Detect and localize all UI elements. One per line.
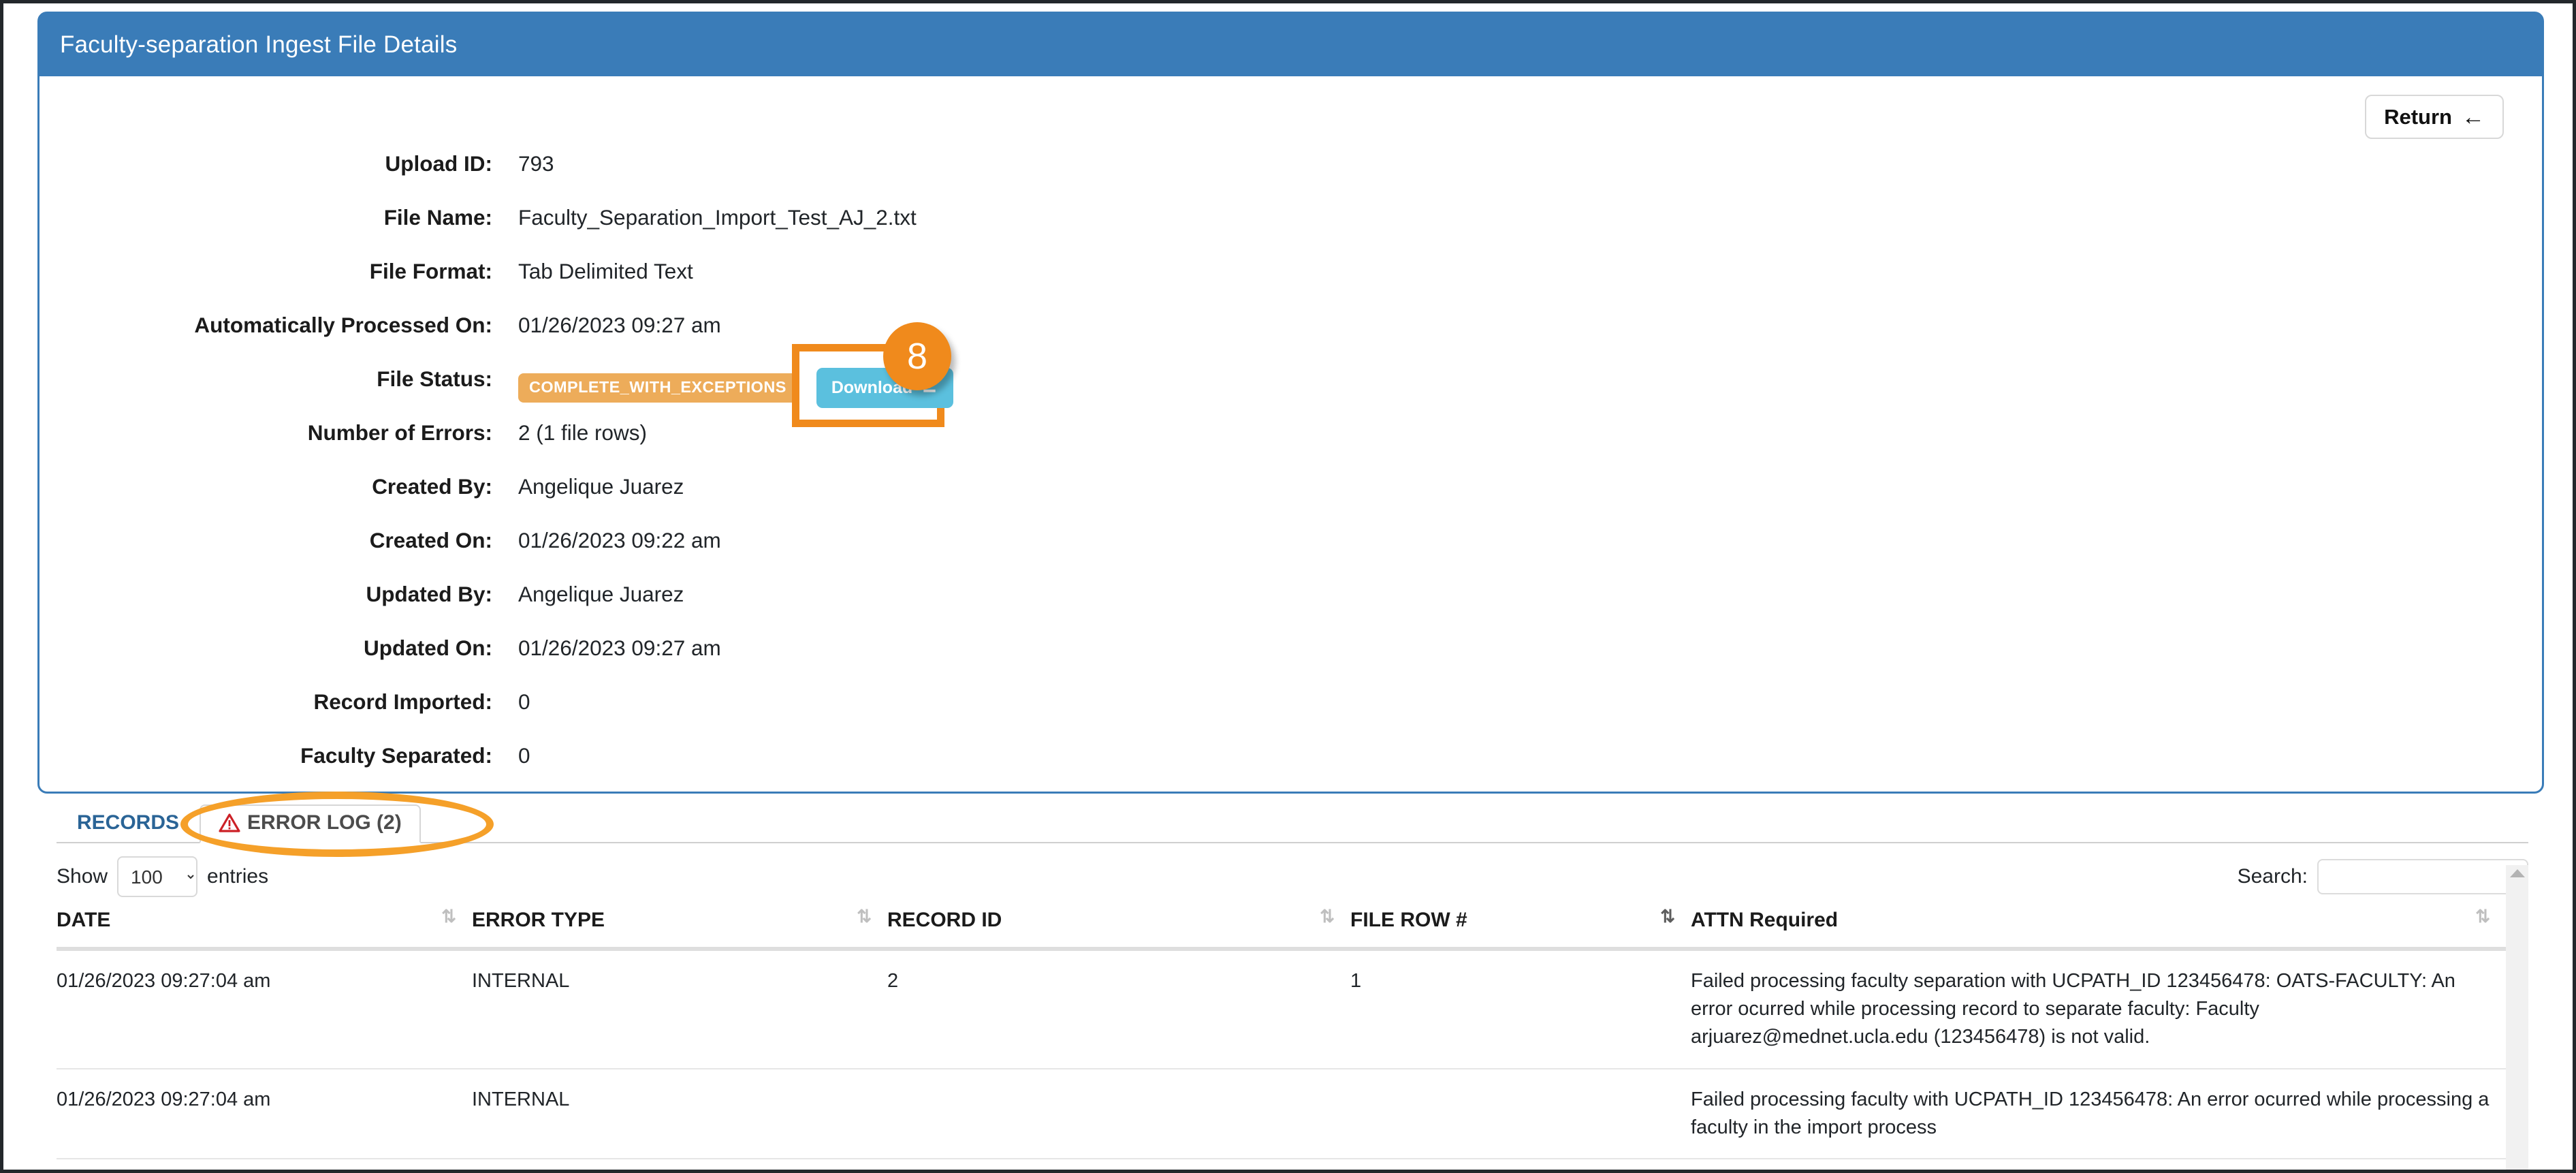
table-row[interactable]: 01/26/2023 09:27:04 am INTERNAL Failed p… xyxy=(57,1068,2506,1159)
sort-icon[interactable]: ⇅ xyxy=(2475,907,2490,925)
col-header-file-row[interactable]: FILE ROW # ⇅ xyxy=(1350,901,1691,951)
return-button-label: Return xyxy=(2384,104,2452,129)
entries-label: entries xyxy=(207,865,269,888)
table-scroll-container: DATE ⇅ ERROR TYPE ⇅ RECORD ID ⇅ FILE ROW… xyxy=(57,865,2528,1173)
col-header-date[interactable]: DATE ⇅ xyxy=(57,901,472,951)
detail-label: Created By: xyxy=(372,474,492,499)
cell-error-type: INTERNAL xyxy=(472,949,887,1069)
detail-row: Created By: Angelique Juarez xyxy=(39,475,2542,529)
tabs-and-table-region: RECORDS ERROR LOG (2) Show 100 entries S… xyxy=(57,792,2528,1173)
tab-error-log[interactable]: ERROR LOG (2) xyxy=(200,804,421,843)
error-log-table: DATE ⇅ ERROR TYPE ⇅ RECORD ID ⇅ FILE ROW… xyxy=(57,901,2506,1159)
show-entries-control: Show 10 25 50 100 entries xyxy=(57,856,268,897)
col-header-error-type[interactable]: ERROR TYPE ⇅ xyxy=(472,901,887,951)
detail-row: Number of Errors: 2 (1 file rows) xyxy=(39,420,2542,475)
search-input[interactable] xyxy=(2317,859,2528,894)
detail-label: File Status: xyxy=(377,366,492,391)
cell-record-id: 2 xyxy=(887,949,1350,1069)
cell-date: 01/26/2023 09:27:04 am xyxy=(57,949,472,1069)
panel-body: Return ← Upload ID: 793 File Name: Facul… xyxy=(39,76,2542,798)
col-header-error-type-label: ERROR TYPE xyxy=(472,909,605,931)
detail-label: Automatically Processed On: xyxy=(194,313,492,337)
browser-page: Faculty-separation Ingest File Details R… xyxy=(0,0,2576,1173)
arrow-left-icon: ← xyxy=(2462,104,2485,130)
tab-records-label: RECORDS xyxy=(77,811,180,834)
cell-date: 01/26/2023 09:27:04 am xyxy=(57,1068,472,1159)
detail-label: File Name: xyxy=(383,205,492,230)
detail-row: Created On: 01/26/2023 09:22 am xyxy=(39,529,2542,583)
cell-attn-required: Failed processing faculty separation wit… xyxy=(1691,949,2506,1069)
col-header-date-label: DATE xyxy=(57,909,111,931)
cell-error-type: INTERNAL xyxy=(472,1068,887,1159)
table-row[interactable]: 01/26/2023 09:27:04 am INTERNAL 2 1 Fail… xyxy=(57,949,2506,1069)
detail-label: File Format: xyxy=(369,259,492,283)
cell-file-row: 1 xyxy=(1350,949,1691,1069)
search-label: Search: xyxy=(2237,865,2308,888)
table-vertical-scrollbar[interactable] xyxy=(2506,865,2528,1173)
detail-value: 01/26/2023 09:22 am xyxy=(518,528,721,552)
page-size-select[interactable]: 10 25 50 100 xyxy=(117,856,198,897)
return-button[interactable]: Return ← xyxy=(2365,95,2504,139)
cell-file-row xyxy=(1350,1068,1691,1159)
detail-value: 2 (1 file rows) xyxy=(518,420,648,445)
col-header-record-id-label: RECORD ID xyxy=(887,909,1002,931)
col-header-record-id[interactable]: RECORD ID ⇅ xyxy=(887,901,1350,951)
search-control: Search: xyxy=(2238,859,2528,894)
detail-value: Faculty_Separation_Import_Test_AJ_2.txt xyxy=(518,205,917,230)
detail-row: Updated On: 01/26/2023 09:27 am xyxy=(39,636,2542,691)
table-body: 01/26/2023 09:27:04 am INTERNAL 2 1 Fail… xyxy=(57,949,2506,1159)
tab-bar: RECORDS ERROR LOG (2) xyxy=(57,792,2528,857)
show-label: Show xyxy=(57,865,108,888)
status-badge: COMPLETE_WITH_EXCEPTIONS xyxy=(518,373,797,403)
detail-row: Updated By: Angelique Juarez xyxy=(39,582,2542,637)
cell-record-id xyxy=(887,1068,1350,1159)
col-header-attn-required-label: ATTN Required xyxy=(1691,909,1839,931)
table-head: DATE ⇅ ERROR TYPE ⇅ RECORD ID ⇅ FILE ROW… xyxy=(57,901,2506,951)
detail-value: 0 xyxy=(518,743,530,768)
detail-value: Tab Delimited Text xyxy=(518,259,693,283)
detail-label: Record Imported: xyxy=(313,689,492,714)
detail-value: Angelique Juarez xyxy=(518,474,684,499)
table-header-row: DATE ⇅ ERROR TYPE ⇅ RECORD ID ⇅ FILE ROW… xyxy=(57,901,2506,951)
detail-label: Upload ID: xyxy=(385,151,493,176)
cell-attn-required: Failed processing faculty with UCPATH_ID… xyxy=(1691,1068,2506,1159)
warning-triangle-icon xyxy=(219,813,240,832)
step-badge-8: 8 xyxy=(883,322,951,390)
detail-row: File Format: Tab Delimited Text xyxy=(39,260,2542,314)
table-controls: Show 10 25 50 100 entries Search: xyxy=(57,853,2528,901)
detail-label: Updated On: xyxy=(364,636,492,660)
scroll-up-arrow-icon[interactable] xyxy=(2509,869,2525,877)
sort-icon[interactable]: ⇅ xyxy=(1320,907,1335,925)
detail-value: Angelique Juarez xyxy=(518,582,684,606)
detail-row: Faculty Separated: 0 xyxy=(39,743,2542,798)
page-title: Faculty-separation Ingest File Details xyxy=(60,31,458,58)
detail-label: Created On: xyxy=(369,528,492,552)
detail-row: Upload ID: 793 xyxy=(39,151,2542,206)
detail-value: 01/26/2023 09:27 am xyxy=(518,636,721,660)
sort-icon-active[interactable]: ⇅ xyxy=(1660,907,1675,925)
detail-label: Updated By: xyxy=(366,582,492,606)
file-details-panel: Faculty-separation Ingest File Details R… xyxy=(37,12,2544,794)
sort-icon[interactable]: ⇅ xyxy=(441,907,456,925)
detail-list: Upload ID: 793 File Name: Faculty_Separa… xyxy=(39,151,2542,798)
detail-value: 793 xyxy=(518,151,554,176)
tab-records[interactable]: RECORDS xyxy=(57,813,200,842)
detail-row-file-status: File Status: COMPLETE_WITH_EXCEPTIONS Do… xyxy=(39,344,2542,427)
detail-value: 0 xyxy=(518,689,530,714)
detail-row: Automatically Processed On: 01/26/2023 0… xyxy=(39,313,2542,368)
detail-row: File Name: Faculty_Separation_Import_Tes… xyxy=(39,206,2542,260)
detail-label: Number of Errors: xyxy=(307,420,492,445)
sort-icon[interactable]: ⇅ xyxy=(857,907,872,925)
detail-value: 01/26/2023 09:27 am xyxy=(518,313,721,337)
panel-header: Faculty-separation Ingest File Details xyxy=(39,14,2542,76)
detail-row: Record Imported: 0 xyxy=(39,689,2542,745)
col-header-attn-required[interactable]: ATTN Required ⇅ xyxy=(1691,901,2506,951)
col-header-file-row-label: FILE ROW # xyxy=(1350,909,1467,931)
window-bottom-edge xyxy=(3,1170,2576,1173)
detail-label: Faculty Separated: xyxy=(300,743,492,768)
tab-error-log-label: ERROR LOG (2) xyxy=(247,811,402,834)
